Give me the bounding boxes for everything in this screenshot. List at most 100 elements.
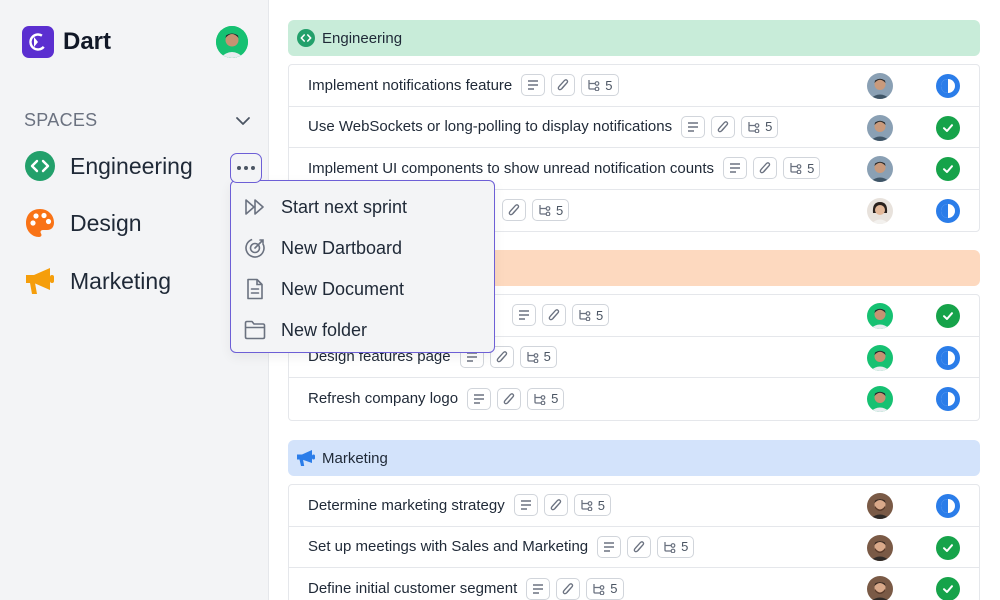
subtasks-chip[interactable]: 5 — [783, 157, 821, 180]
table-row[interactable]: Define initial customer segment 5 — [289, 568, 979, 600]
assignee-avatar[interactable] — [867, 576, 893, 600]
subtask-count: 5 — [596, 307, 604, 323]
task-title[interactable]: Implement UI components to show unread n… — [308, 160, 714, 177]
group-header-engineering[interactable]: Engineering — [288, 20, 980, 56]
task-title[interactable]: Refresh company logo — [308, 390, 458, 407]
description-chip[interactable] — [597, 535, 622, 558]
sidebar-item-engineering[interactable]: Engineering — [24, 148, 193, 184]
status-done-icon[interactable] — [936, 304, 960, 328]
task-title[interactable]: Determine marketing strategy — [308, 497, 505, 514]
description-chip[interactable] — [512, 304, 536, 327]
status-done-icon[interactable] — [936, 115, 960, 140]
task-title[interactable]: Set up meetings with Sales and Marketing — [308, 538, 588, 555]
status-in-progress-icon[interactable] — [936, 198, 960, 223]
table-row[interactable]: Implement notifications feature 5 — [289, 65, 979, 107]
subtask-count: 5 — [605, 77, 613, 93]
assignee-avatar[interactable] — [867, 386, 893, 412]
status-done-icon[interactable] — [936, 535, 960, 560]
assignee-avatar[interactable] — [867, 73, 893, 99]
assignee-avatar[interactable] — [867, 197, 893, 224]
menu-item-label: New Dartboard — [281, 237, 403, 258]
description-chip[interactable] — [723, 157, 748, 180]
description-chip[interactable] — [513, 494, 538, 517]
status-done-icon[interactable] — [936, 577, 960, 600]
subtasks-chip[interactable]: 5 — [741, 115, 779, 138]
menu-item-start-next-sprint[interactable]: Start next sprint — [243, 192, 407, 222]
attachment-chip[interactable] — [556, 577, 581, 600]
group-header-marketing[interactable]: Marketing — [288, 440, 980, 476]
assignee-avatar[interactable] — [867, 493, 893, 519]
code-icon — [24, 150, 56, 182]
attachment-chip[interactable] — [711, 115, 736, 138]
subtasks-chip[interactable]: 5 — [572, 304, 610, 327]
subtasks-chip[interactable]: 5 — [586, 577, 624, 600]
task-title[interactable]: Use WebSockets or long-polling to displa… — [308, 118, 672, 135]
status-in-progress-icon[interactable] — [936, 387, 960, 411]
subtasks-chip[interactable]: 5 — [657, 535, 695, 558]
task-title[interactable]: Implement notifications feature — [308, 77, 512, 94]
spaces-heading: SPACES — [24, 110, 98, 130]
chevron-down-icon[interactable] — [234, 112, 252, 130]
assignee-avatar[interactable] — [867, 303, 893, 329]
status-done-icon[interactable] — [936, 157, 960, 181]
subtasks-chip[interactable]: 5 — [519, 345, 557, 368]
paperclip-icon — [548, 309, 560, 321]
dartboard-icon — [243, 236, 267, 260]
attachment-chip[interactable] — [542, 304, 566, 327]
subtasks-chip[interactable]: 5 — [573, 494, 611, 517]
subtasks-icon — [748, 121, 760, 133]
subtasks-icon — [664, 541, 676, 553]
subtask-count: 5 — [807, 160, 815, 176]
menu-item-new-folder[interactable]: New folder — [243, 315, 367, 345]
attachment-chip[interactable] — [497, 387, 522, 410]
paperclip-icon — [633, 540, 645, 553]
status-in-progress-icon[interactable] — [936, 345, 960, 370]
subtasks-chip[interactable]: 5 — [527, 387, 565, 410]
subtask-count: 5 — [610, 581, 618, 597]
paperclip-icon — [557, 79, 569, 91]
paperclip-icon — [759, 162, 771, 174]
description-icon — [520, 500, 531, 510]
attachment-chip[interactable] — [627, 535, 652, 558]
assignee-avatar[interactable] — [867, 344, 893, 371]
attachment-chip[interactable] — [551, 74, 576, 97]
description-chip[interactable] — [521, 74, 546, 97]
sidebar-item-design[interactable]: Design — [24, 205, 142, 241]
menu-item-new-dartboard[interactable]: New Dartboard — [243, 233, 402, 263]
subtask-count: 5 — [765, 119, 773, 135]
subtask-count: 5 — [597, 497, 605, 513]
description-chip[interactable] — [681, 115, 706, 138]
context-menu: Start next sprint New Dartboard New Docu… — [230, 180, 495, 353]
dot — [244, 166, 248, 170]
brand[interactable]: Dart — [22, 26, 111, 58]
subtasks-chip[interactable]: 5 — [581, 74, 619, 97]
status-in-progress-icon[interactable] — [936, 494, 960, 518]
subtasks-icon — [539, 205, 551, 217]
assignee-avatar[interactable] — [867, 156, 893, 182]
sidebar-item-marketing[interactable]: Marketing — [24, 263, 171, 299]
description-icon — [730, 163, 741, 173]
user-avatar[interactable] — [216, 26, 248, 58]
table-row[interactable]: Set up meetings with Sales and Marketing… — [289, 527, 979, 568]
table-row[interactable]: Refresh company logo 5 — [289, 378, 979, 420]
megaphone-icon — [296, 448, 316, 468]
description-chip[interactable] — [526, 577, 551, 600]
attachment-chip[interactable] — [502, 199, 526, 222]
assignee-avatar[interactable] — [867, 534, 893, 561]
status-in-progress-icon[interactable] — [936, 74, 960, 98]
megaphone-icon — [24, 265, 56, 297]
table-row[interactable]: Use WebSockets or long-polling to displa… — [289, 107, 979, 148]
table-row[interactable]: Determine marketing strategy 5 — [289, 485, 979, 527]
fast-forward-icon — [243, 195, 267, 219]
description-chip[interactable] — [467, 387, 492, 410]
menu-item-new-document[interactable]: New Document — [243, 274, 404, 304]
more-options-button[interactable] — [230, 153, 262, 183]
subtasks-icon — [534, 393, 546, 405]
attachment-chip[interactable] — [543, 494, 568, 517]
subtasks-chip[interactable]: 5 — [532, 199, 570, 222]
sidebar-item-label: Engineering — [70, 152, 193, 179]
attachment-chip[interactable] — [753, 157, 778, 180]
task-title[interactable]: Define initial customer segment — [308, 580, 517, 597]
paperclip-icon — [550, 499, 561, 511]
assignee-avatar[interactable] — [867, 114, 893, 141]
